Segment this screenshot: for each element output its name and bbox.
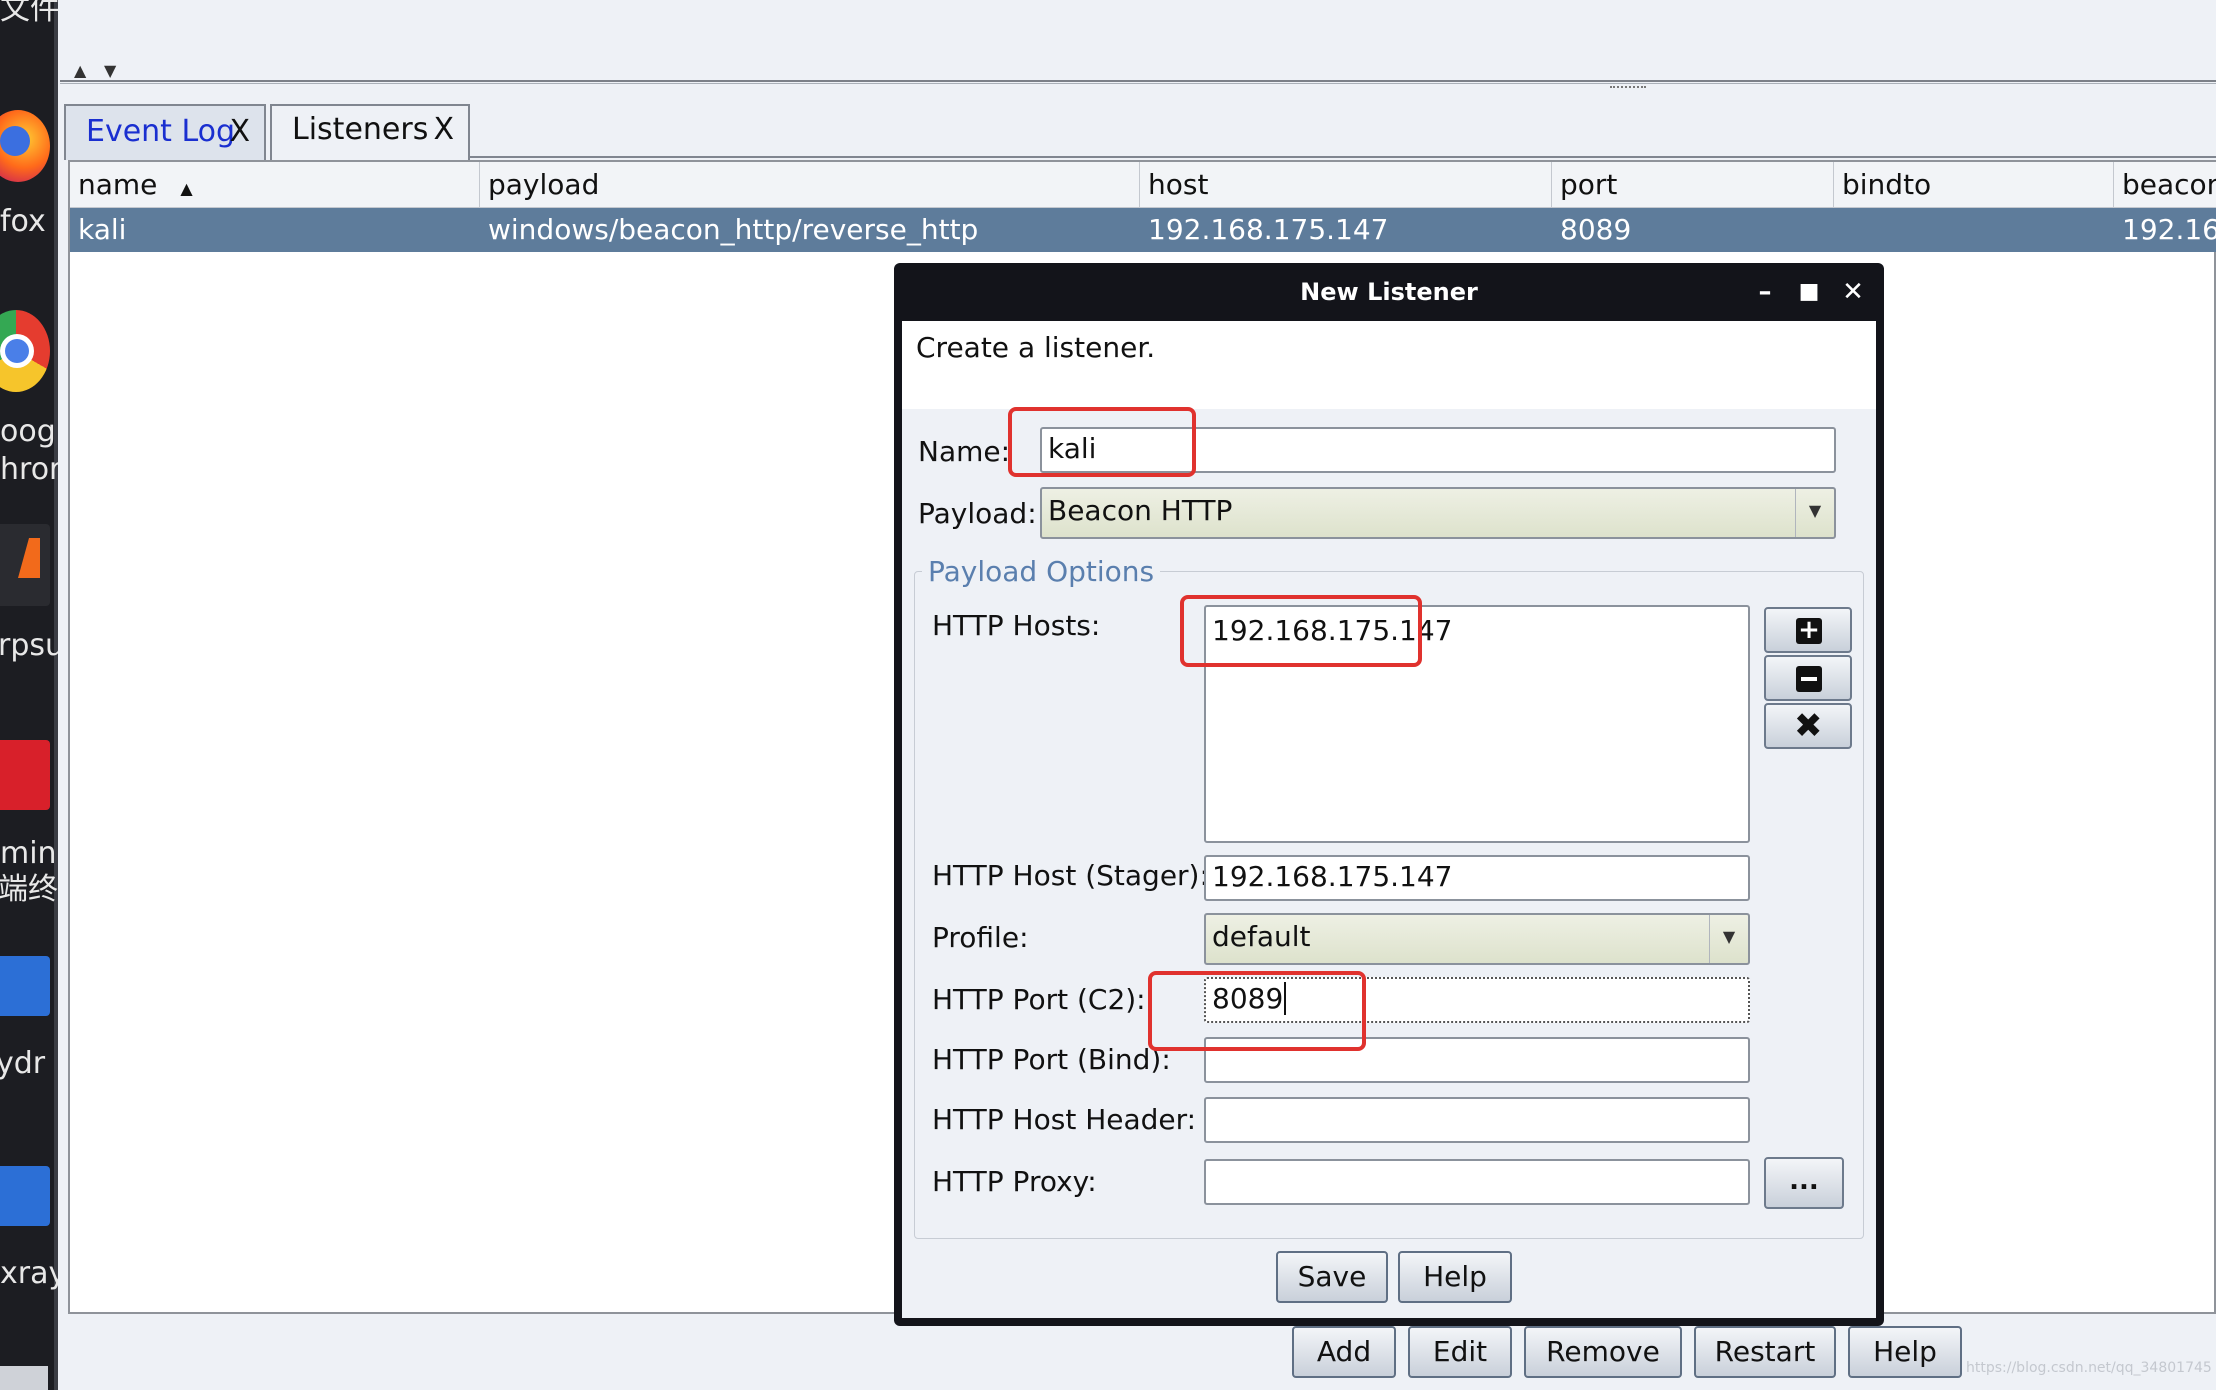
cell-beacon: 192.168.175.147 [2122,213,2216,246]
proxy-settings-button[interactable]: ... [1764,1157,1844,1209]
folder-icon[interactable] [0,956,50,1016]
plus-icon: + [1796,617,1822,644]
dock-label: rpsu [0,628,58,663]
dock-label: fox [0,204,46,239]
cell-payload: windows/beacon_http/reverse_http [488,213,979,246]
http-port-c2-value: 8089 [1212,982,1284,1015]
http-hosts-label: HTTP Hosts: [932,609,1101,642]
name-label: Name: [918,435,1011,468]
http-proxy-label: HTTP Proxy: [932,1165,1097,1198]
dialog-description: Create a listener. [916,331,1156,364]
remove-button[interactable]: Remove [1524,1326,1682,1378]
http-proxy-input[interactable] [1204,1159,1750,1205]
clear-hosts-button[interactable]: ✖ [1764,703,1852,749]
http-port-bind-label: HTTP Port (Bind): [932,1043,1171,1076]
column-label: name [78,168,158,201]
name-input[interactable]: kali [1040,427,1836,473]
http-host-stager-input[interactable]: 192.168.175.147 [1204,855,1750,901]
maximize-icon[interactable]: ■ [1792,275,1826,309]
restart-button[interactable]: Restart [1694,1326,1836,1378]
dock-scroll-thumb[interactable] [0,1366,48,1390]
column-header-bindto[interactable]: bindto [1834,162,2114,208]
dock-label: hror [0,452,58,487]
dock-divider [54,0,58,1390]
tab-strip-line [470,156,2216,158]
add-host-button[interactable]: + [1764,607,1852,653]
http-host-header-input[interactable] [1204,1097,1750,1143]
help-button[interactable]: Help [1848,1326,1962,1378]
http-port-bind-input[interactable] [1204,1037,1750,1083]
payload-label: Payload: [918,497,1037,530]
new-listener-dialog: New Listener – ■ ✕ Create a listener. Na… [894,263,1884,1326]
cell-port: 8089 [1560,213,1632,246]
firefox-icon[interactable] [0,110,50,182]
close-icon[interactable]: ✕ [1836,275,1870,309]
column-header-payload[interactable]: payload [480,162,1140,208]
text-cursor [1284,982,1287,1015]
cell-name: kali [78,213,127,246]
chrome-icon[interactable] [0,310,50,392]
top-panel: ▲ ▼ [60,0,2216,88]
http-port-c2-label: HTTP Port (C2): [932,983,1146,1016]
dock-label: oog [0,414,56,449]
split-down-arrow-icon[interactable]: ▼ [104,61,116,80]
cell-host: 192.168.175.147 [1148,213,1389,246]
dock-label: 端终纟 [0,872,58,907]
minus-icon [1796,666,1822,692]
cell-bindto [1834,208,2114,252]
tab-listeners[interactable]: Listeners X [270,104,470,162]
app-dock: 文件 fox oog hror rpsu min 端终纟 ydr xray [0,0,58,1390]
column-header-host[interactable]: host [1140,162,1552,208]
remove-host-button[interactable] [1764,655,1852,701]
http-port-c2-input[interactable]: 8089 [1204,977,1750,1023]
minimize-icon[interactable]: – [1748,275,1782,309]
chevron-down-icon[interactable]: ▼ [1709,915,1748,963]
dialog-title: New Listener [1300,278,1478,306]
column-header-name[interactable]: name ▲ [70,162,480,208]
dock-label: min [0,836,57,871]
burpsuite-icon[interactable] [0,524,50,606]
dialog-body: Create a listener. Name: kali Payload: B… [902,321,1876,1318]
table-header: name ▲ payload host port bindto beacon [70,162,2216,208]
table-row[interactable]: kali windows/beacon_http/reverse_http 19… [70,208,2216,252]
split-up-arrow-icon[interactable]: ▲ [74,61,86,80]
http-hosts-list[interactable]: 192.168.175.147 [1204,605,1750,843]
save-button[interactable]: Save [1276,1251,1388,1303]
column-header-port[interactable]: port [1552,162,1834,208]
watermark: https://blog.csdn.net/qq_34801745 [1966,1360,2212,1376]
list-item[interactable]: 192.168.175.147 [1212,611,1748,651]
payload-select[interactable]: Beacon HTTP ▼ [1040,487,1836,539]
edit-button[interactable]: Edit [1408,1326,1512,1378]
profile-select-value: default [1212,920,1311,953]
dock-label: ydr [0,1046,46,1081]
profile-label: Profile: [932,921,1029,954]
tab-close-icon[interactable]: X [229,106,250,158]
dock-label: 文件 [0,0,58,27]
folder-icon[interactable] [0,1166,50,1226]
dialog-help-button[interactable]: Help [1398,1251,1512,1303]
payload-options-title: Payload Options [922,555,1161,588]
dock-label: xray [0,1256,58,1291]
tab-label: Event Log [86,114,236,149]
split-divider[interactable] [60,83,2216,87]
chevron-down-icon[interactable]: ▼ [1795,489,1834,537]
http-host-header-label: HTTP Host Header: [932,1103,1197,1136]
payload-select-value: Beacon HTTP [1048,494,1233,527]
tab-event-log[interactable]: Event Log X [64,104,266,160]
terminal-app-icon[interactable] [0,740,50,810]
http-host-stager-label: HTTP Host (Stager): [932,859,1209,892]
column-header-beacon[interactable]: beacon [2114,162,2216,208]
profile-select[interactable]: default ▼ [1204,913,1750,965]
sort-ascending-icon: ▲ [180,179,193,198]
close-x-icon: ✖ [1794,706,1823,746]
add-button[interactable]: Add [1292,1326,1396,1378]
tab-label: Listeners [292,112,429,147]
description-panel: Create a listener. [902,321,1876,409]
tab-close-icon[interactable]: X [433,106,454,154]
